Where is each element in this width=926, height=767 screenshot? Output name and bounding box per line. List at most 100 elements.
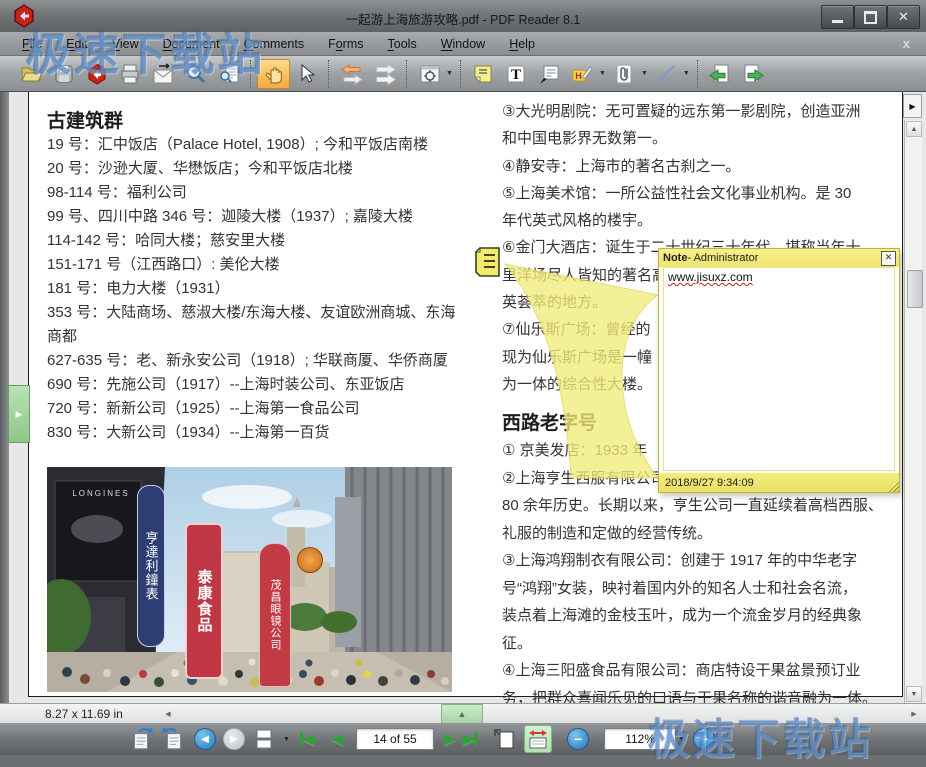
- open-folder-icon: [18, 62, 44, 86]
- right-panel-expand-button[interactable]: ▶: [903, 94, 922, 118]
- text-line: 627-635 号：老、新永安公司（1918）; 华联商厦、华侨商厦: [47, 349, 467, 373]
- attach-file-button[interactable]: [608, 59, 641, 89]
- dropdown-arrow-icon[interactable]: ▼: [641, 70, 648, 77]
- toolbar-separator: [460, 60, 462, 88]
- dropdown-arrow-icon[interactable]: ▼: [683, 70, 690, 77]
- dropdown-arrow-icon[interactable]: ▼: [599, 70, 606, 77]
- maximize-button[interactable]: [854, 5, 887, 29]
- zoom-level-input[interactable]: [604, 728, 676, 750]
- dropdown-arrow-icon[interactable]: ▼: [283, 736, 290, 743]
- menu-item[interactable]: Edit: [66, 37, 88, 51]
- search-button[interactable]: [179, 59, 212, 89]
- select-tool-button[interactable]: [290, 59, 323, 89]
- maximize-icon: [864, 11, 877, 24]
- text-line: 353 号：大陆商场、慈淑大楼/东海大楼、友谊欧洲商城、东海: [47, 301, 467, 325]
- text-line: 181 号：电力大楼（1931）: [47, 277, 467, 301]
- arrow-up-icon: ▲: [458, 709, 467, 719]
- arrow-right-icon: ▶: [911, 710, 916, 718]
- street-photo: LONGINES 亨達利鐘表 泰康食品 茂昌眼镜公司: [47, 467, 452, 692]
- note-body-text: www.jisuxz.com: [668, 270, 753, 284]
- typewriter-button[interactable]: T: [500, 59, 533, 89]
- dropdown-arrow-icon[interactable]: ▼: [678, 736, 685, 743]
- page-size-label: 8.27 x 11.69 in: [45, 707, 123, 721]
- rotate-counterclockwise-button[interactable]: [161, 725, 187, 753]
- note-resize-handle[interactable]: [886, 479, 899, 492]
- title-bar: 一起游上海旅游攻略.pdf - PDF Reader 8.1 ✕: [0, 0, 926, 33]
- text-line: 商都: [47, 325, 467, 349]
- menu-item[interactable]: Tools: [388, 37, 417, 51]
- dropdown-arrow-icon[interactable]: ▼: [446, 70, 453, 77]
- menu-item[interactable]: Document: [163, 37, 220, 51]
- left-page-heading: 古建筑群: [47, 106, 123, 133]
- undo-button[interactable]: [335, 59, 368, 89]
- save-button[interactable]: [47, 59, 80, 89]
- fit-page-icon: [493, 727, 517, 751]
- sticky-note-icon: [471, 62, 495, 86]
- previous-view-circle-button[interactable]: ◀: [194, 728, 216, 750]
- fit-page-button[interactable]: [493, 725, 517, 753]
- hscroll-left-button[interactable]: ◀: [160, 706, 176, 722]
- zoom-out-button[interactable]: −: [567, 728, 589, 750]
- main-toolbar: ▼ T H ▼ ▼: [0, 56, 926, 92]
- snapshot-settings-button[interactable]: [413, 59, 446, 89]
- menu-item[interactable]: Comments: [244, 37, 304, 51]
- note-popup[interactable]: Note - Administrator ✕ www.jisuxz.com 20…: [658, 248, 900, 493]
- minimize-button[interactable]: [821, 5, 854, 29]
- close-button[interactable]: ✕: [887, 5, 920, 29]
- note-annotation-icon[interactable]: [474, 246, 501, 278]
- text-line: ④静安寺：上海市的著名古刹之一。: [502, 153, 902, 180]
- vertical-scroll-thumb[interactable]: [907, 270, 923, 308]
- rotate-counterclockwise-icon: [161, 726, 187, 752]
- next-page-button[interactable]: ▶: [444, 725, 456, 753]
- first-page-button[interactable]: ◀: [300, 725, 315, 753]
- next-view-button[interactable]: [737, 59, 770, 89]
- close-icon: ✕: [898, 9, 909, 25]
- highlight-icon: H: [570, 62, 594, 86]
- email-button[interactable]: [146, 59, 179, 89]
- previous-view-button[interactable]: [704, 59, 737, 89]
- callout-button[interactable]: [533, 59, 566, 89]
- menu-item[interactable]: Forms: [328, 37, 363, 51]
- scroll-up-button[interactable]: ▲: [906, 121, 922, 137]
- line-tool-button[interactable]: [650, 59, 683, 89]
- menu-item[interactable]: File: [22, 37, 42, 51]
- note-popup-footer: 2018/9/27 9:34:09: [659, 473, 899, 492]
- menu-item[interactable]: View: [112, 37, 139, 51]
- scroll-down-button[interactable]: ▼: [906, 686, 922, 702]
- hand-tool-button[interactable]: [257, 59, 290, 89]
- next-view-icon: [740, 62, 766, 86]
- menubar-close-icon[interactable]: x: [903, 36, 910, 51]
- page-layout-button[interactable]: [252, 725, 276, 753]
- search-document-button[interactable]: [212, 59, 245, 89]
- sticky-note-button[interactable]: [467, 59, 500, 89]
- redo-button[interactable]: [368, 59, 401, 89]
- text-line: 99 号、四川中路 346 号：迦陵大楼（1937）; 嘉陵大楼: [47, 205, 467, 229]
- next-view-circle-button[interactable]: ▶: [223, 728, 245, 750]
- convert-pdf-button[interactable]: [80, 59, 113, 89]
- text-line: ④上海三阳盛食品有限公司：商店特设干果盆景预订业: [502, 657, 907, 685]
- previous-page-button[interactable]: ◀: [331, 725, 343, 753]
- print-button[interactable]: [113, 59, 146, 89]
- note-close-icon[interactable]: ✕: [881, 251, 896, 266]
- rotate-clockwise-button[interactable]: [128, 725, 154, 753]
- highlight-button[interactable]: H: [566, 59, 599, 89]
- text-line: ③上海鸿翔制衣有限公司：创建于 1917 年的中华老字: [502, 547, 907, 575]
- note-popup-header[interactable]: Note - Administrator ✕: [659, 249, 899, 267]
- navigation-panel-expand-handle[interactable]: ▶: [8, 385, 30, 443]
- page-layout-icon: [252, 727, 276, 751]
- vertical-scrollbar[interactable]: ▲ ▼: [904, 120, 922, 703]
- fit-width-button[interactable]: [524, 725, 552, 753]
- open-button[interactable]: [14, 59, 47, 89]
- attach-file-icon: [612, 62, 636, 86]
- page-number-input[interactable]: [356, 728, 434, 750]
- menu-item[interactable]: Window: [441, 37, 485, 51]
- toolbar-separator: [250, 60, 252, 88]
- text-line: 151-171 号（江西路口）: 美伦大楼: [47, 253, 467, 277]
- menu-item[interactable]: Help: [509, 37, 535, 51]
- bottom-panel-expand-button[interactable]: ▲: [441, 704, 483, 724]
- last-page-button[interactable]: ▶: [463, 725, 478, 753]
- hscroll-right-button[interactable]: ▶: [906, 706, 922, 722]
- note-body[interactable]: www.jisuxz.com: [663, 267, 895, 471]
- arrow-left-icon: ◀: [165, 710, 170, 718]
- zoom-in-button[interactable]: +: [693, 728, 715, 750]
